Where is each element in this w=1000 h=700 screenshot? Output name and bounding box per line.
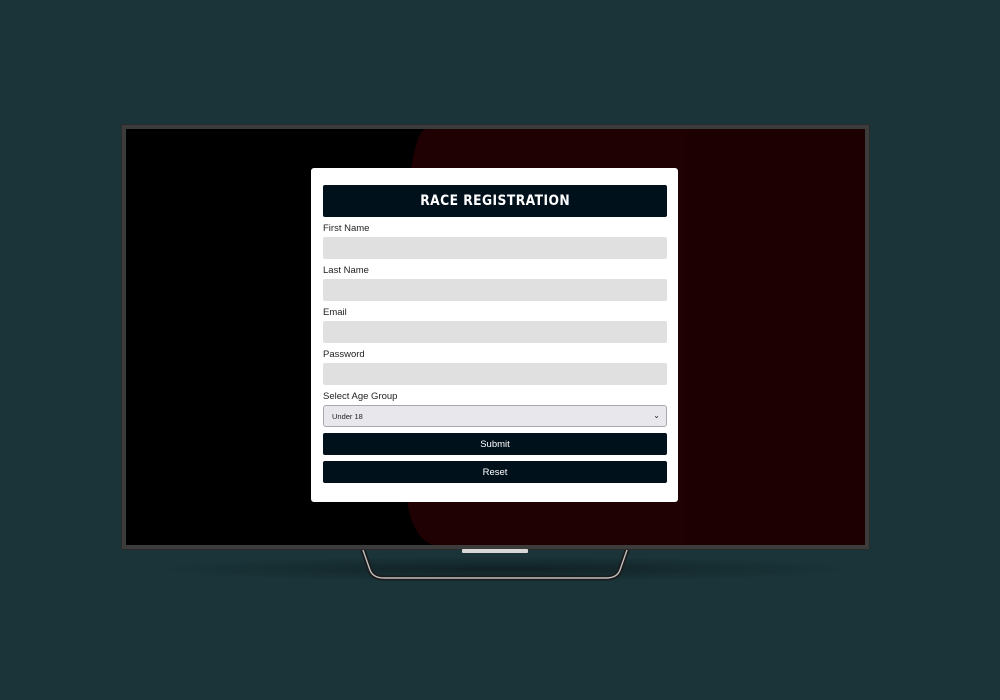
- last-name-input[interactable]: [323, 279, 667, 301]
- first-name-input[interactable]: [323, 237, 667, 259]
- tv-stand: [360, 550, 630, 584]
- screen-background-red-band: [686, 129, 865, 545]
- email-input[interactable]: [323, 321, 667, 343]
- age-group-selected-value: Under 18: [332, 411, 363, 421]
- last-name-label: Last Name: [323, 265, 369, 276]
- chevron-down-icon: ⌄: [653, 410, 660, 420]
- password-input[interactable]: [323, 363, 667, 385]
- age-group-select[interactable]: Under 18 ⌄: [323, 405, 667, 427]
- registration-form: RACE REGISTRATION First Name Last Name E…: [311, 168, 678, 502]
- first-name-label: First Name: [323, 223, 370, 234]
- submit-button[interactable]: Submit: [323, 433, 667, 455]
- tv-brand-bar: [462, 549, 528, 553]
- reset-button[interactable]: Reset: [323, 461, 667, 483]
- password-label: Password: [323, 349, 365, 360]
- form-title: RACE REGISTRATION: [420, 193, 570, 209]
- email-label: Email: [323, 307, 347, 318]
- form-header: RACE REGISTRATION: [323, 185, 667, 217]
- age-group-label: Select Age Group: [323, 391, 398, 402]
